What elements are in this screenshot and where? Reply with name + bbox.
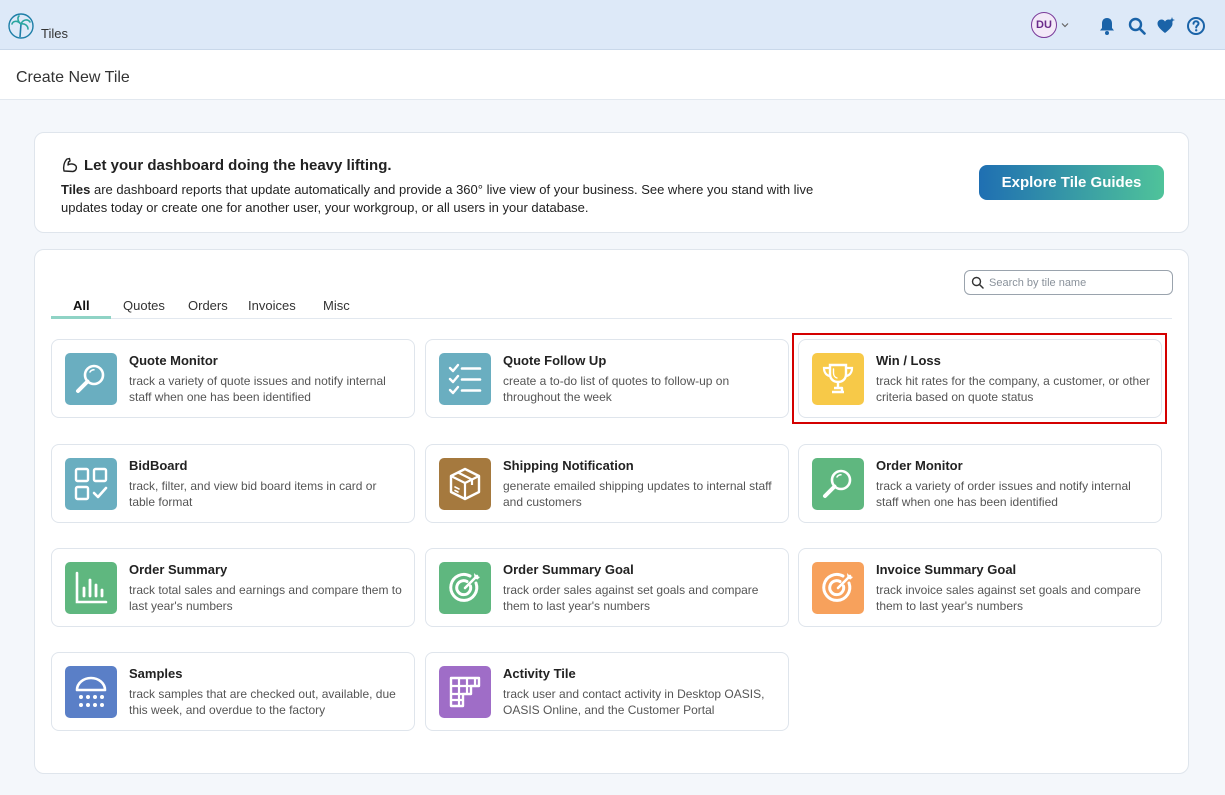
tile-icon-bg (65, 353, 117, 405)
tile-win-loss[interactable]: Win / Loss track hit rates for the compa… (798, 339, 1162, 418)
tile-invoice-summary-goal[interactable]: Invoice Summary Goal track invoice sales… (798, 548, 1162, 627)
magnifier-icon (823, 469, 852, 498)
user-avatar[interactable]: DU (1031, 12, 1057, 38)
tab-quotes[interactable]: Quotes (123, 298, 165, 313)
target-icon (449, 572, 480, 602)
page-title: Create New Tile (16, 69, 130, 86)
tile-description: track order sales against set goals and … (503, 583, 759, 613)
tile-title: Invoice Summary Goal (876, 562, 1017, 577)
tile-description: track samples that are checked out, avai… (129, 687, 396, 717)
active-tab-indicator (51, 316, 111, 319)
target-icon (822, 572, 853, 602)
tile-title: Quote Monitor (129, 353, 218, 368)
tile-icon-bg (812, 562, 864, 614)
page-header: Create New Tile (0, 50, 1225, 100)
banner-description-text: are dashboard reports that update automa… (61, 182, 814, 215)
top-bar: Tiles DU (0, 0, 1225, 50)
category-tabs: All Quotes Orders Invoices Misc (51, 292, 1172, 319)
tile-activity[interactable]: Activity Tile track user and contact act… (425, 652, 789, 731)
tile-quote-monitor[interactable]: Quote Monitor track a variety of quote i… (51, 339, 415, 418)
tile-icon-bg (65, 666, 117, 718)
tile-icon-bg (439, 458, 491, 510)
tile-search-input[interactable] (989, 274, 1167, 291)
tile-description: generate emailed shipping updates to int… (503, 479, 772, 509)
search-icon (971, 276, 984, 289)
tile-icon-bg (439, 353, 491, 405)
tab-all[interactable]: All (73, 298, 90, 313)
bar-chart-icon (75, 571, 108, 604)
tab-orders[interactable]: Orders (188, 298, 228, 313)
bell-icon[interactable] (1097, 16, 1117, 36)
tab-misc[interactable]: Misc (323, 298, 350, 313)
tile-bidboard[interactable]: BidBoard track, filter, and view bid boa… (51, 444, 415, 523)
trophy-icon (822, 363, 854, 394)
package-icon (449, 467, 481, 501)
tile-quote-follow-up[interactable]: Quote Follow Up create a to-do list of q… (425, 339, 789, 418)
tile-title: Shipping Notification (503, 458, 634, 473)
tile-title: Order Monitor (876, 458, 963, 473)
banner-description-bold: Tiles (61, 182, 91, 197)
tile-order-monitor[interactable]: Order Monitor track a variety of order i… (798, 444, 1162, 523)
intro-banner: Let your dashboard doing the heavy lifti… (34, 132, 1189, 233)
explore-tile-guides-button[interactable]: Explore Tile Guides (979, 165, 1164, 200)
help-icon[interactable] (1186, 16, 1206, 36)
tile-description: track, filter, and view bid board items … (129, 479, 377, 509)
tile-title: Order Summary Goal (503, 562, 634, 577)
tile-icon-bg (439, 666, 491, 718)
tile-description: track a variety of quote issues and noti… (129, 374, 386, 404)
tile-title: Quote Follow Up (503, 353, 607, 368)
tile-description: create a to-do list of quotes to follow-… (503, 374, 730, 404)
activity-grid-icon (449, 676, 481, 708)
tile-icon-bg (812, 353, 864, 405)
chevron-down-icon[interactable] (1060, 20, 1070, 30)
grid-check-icon (74, 467, 108, 501)
search-icon[interactable] (1127, 16, 1147, 36)
tile-title: Win / Loss (876, 353, 941, 368)
palm-tree-logo-icon[interactable] (8, 13, 34, 39)
tile-order-summary[interactable]: Order Summary track total sales and earn… (51, 548, 415, 627)
tile-samples[interactable]: Samples track samples that are checked o… (51, 652, 415, 731)
tile-icon-bg (65, 458, 117, 510)
tile-shipping-notification[interactable]: Shipping Notification generate emailed s… (425, 444, 789, 523)
checklist-icon (448, 363, 482, 395)
calendar-dots-icon (75, 676, 107, 707)
tile-description: track total sales and earnings and compa… (129, 583, 402, 613)
magnifier-icon (76, 364, 105, 393)
tile-title: BidBoard (129, 458, 188, 473)
heart-sparkle-icon[interactable] (1156, 16, 1176, 36)
tile-description: track user and contact activity in Deskt… (503, 687, 765, 717)
tile-title: Samples (129, 666, 183, 681)
flexed-arm-icon (62, 157, 78, 173)
tile-description: track invoice sales against set goals an… (876, 583, 1141, 613)
app-name: Tiles (41, 26, 68, 41)
banner-description: Tiles are dashboard reports that update … (61, 181, 841, 217)
tab-invoices[interactable]: Invoices (248, 298, 296, 313)
tile-description: track hit rates for the company, a custo… (876, 374, 1150, 404)
tile-order-summary-goal[interactable]: Order Summary Goal track order sales aga… (425, 548, 789, 627)
banner-title: Let your dashboard doing the heavy lifti… (84, 157, 392, 174)
tile-description: track a variety of order issues and noti… (876, 479, 1131, 509)
tile-title: Activity Tile (503, 666, 576, 681)
tile-icon-bg (65, 562, 117, 614)
tile-title: Order Summary (129, 562, 228, 577)
tile-icon-bg (812, 458, 864, 510)
tile-icon-bg (439, 562, 491, 614)
